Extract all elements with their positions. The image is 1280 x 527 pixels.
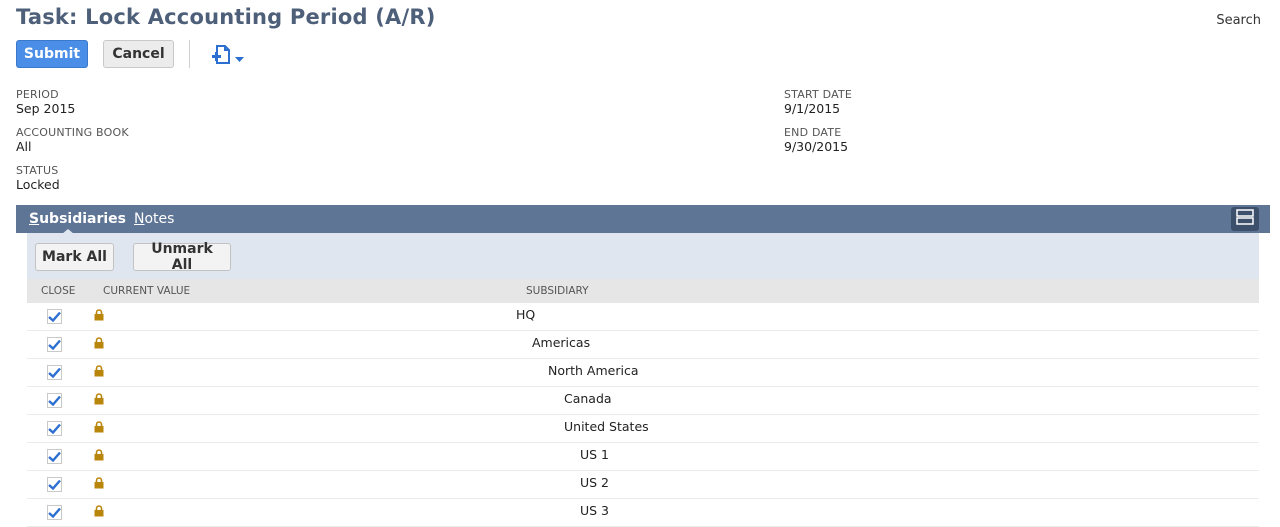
start-date-label: START DATE: [784, 88, 853, 101]
unmark-all-button[interactable]: Unmark All: [133, 241, 231, 273]
lock-icon: [94, 390, 104, 409]
close-checkbox[interactable]: [47, 393, 62, 408]
start-date-field: START DATE 9/1/2015: [784, 88, 852, 116]
table-row: Americas: [27, 331, 1259, 359]
layout-toggle-button[interactable]: [1231, 207, 1259, 231]
search-link[interactable]: Search: [1216, 13, 1261, 28]
print-menu-button[interactable]: [211, 45, 251, 69]
checkmark-icon: [48, 419, 61, 438]
page-title: Task: Lock Accounting Period (A/R): [16, 5, 436, 29]
cancel-button[interactable]: Cancel: [103, 40, 174, 68]
end-date-field: END DATE 9/30/2015: [784, 126, 848, 154]
print-icon: [211, 44, 233, 70]
close-checkbox[interactable]: [47, 337, 62, 352]
lock-icon: [94, 306, 104, 325]
lock-icon: [94, 502, 104, 521]
status-value: Locked: [16, 177, 60, 192]
subsidiary-name: US 1: [580, 447, 610, 462]
checkmark-icon: [48, 307, 61, 326]
subsidiary-name: US 2: [580, 475, 610, 490]
checkmark-icon: [48, 447, 61, 466]
accounting-book-field: ACCOUNTING BOOK All: [16, 126, 129, 154]
accounting-book-label: ACCOUNTING BOOK: [16, 126, 129, 139]
column-header-current-value[interactable]: CURRENT VALUE: [103, 285, 190, 297]
layout-icon: [1236, 209, 1254, 229]
lock-icon: [94, 362, 104, 381]
status-label: STATUS: [16, 164, 59, 177]
subtab-toolbar: Mark All Unmark All: [27, 233, 1259, 279]
checkmark-icon: [48, 503, 61, 522]
close-checkbox[interactable]: [47, 449, 62, 464]
period-field: PERIOD Sep 2015: [16, 88, 75, 116]
period-label: PERIOD: [16, 88, 59, 101]
chevron-down-icon: [235, 48, 244, 67]
table-row: US 1: [27, 443, 1259, 471]
tab-notes-access-key: N: [134, 211, 145, 227]
subsidiary-name: United States: [564, 419, 649, 434]
table-row: HQ: [27, 303, 1259, 331]
checkmark-icon: [48, 475, 61, 494]
period-value: Sep 2015: [16, 101, 76, 116]
subsidiary-name: North America: [548, 363, 639, 378]
subsidiary-name: US 3: [580, 503, 610, 518]
column-header-subsidiary[interactable]: SUBSIDIARY: [526, 285, 589, 297]
subsidiary-rows: HQ Americas North America Canada United Stat…: [27, 303, 1259, 527]
end-date-label: END DATE: [784, 126, 842, 139]
subsidiary-name: HQ: [516, 307, 536, 322]
start-date-value: 9/1/2015: [784, 101, 841, 116]
table-row: US 3: [27, 499, 1259, 527]
close-checkbox[interactable]: [47, 365, 62, 380]
tab-subsidiaries[interactable]: Subsidiaries: [29, 211, 126, 227]
close-checkbox[interactable]: [47, 477, 62, 492]
toolbar-divider: [189, 40, 190, 68]
accounting-book-value: All: [16, 139, 32, 154]
submit-button[interactable]: Submit: [16, 40, 88, 68]
status-field: STATUS Locked: [16, 164, 60, 192]
column-header-close[interactable]: CLOSE: [41, 285, 75, 297]
lock-icon: [94, 474, 104, 493]
table-row: Canada: [27, 387, 1259, 415]
close-checkbox[interactable]: [47, 421, 62, 436]
end-date-value: 9/30/2015: [784, 139, 849, 154]
checkmark-icon: [48, 335, 61, 354]
subsidiary-name: Americas: [532, 335, 591, 350]
close-checkbox[interactable]: [47, 505, 62, 520]
table-row: North America: [27, 359, 1259, 387]
tab-subsidiaries-label: ubsidiaries: [39, 211, 127, 227]
mark-all-button[interactable]: Mark All: [35, 243, 114, 271]
table-row: United States: [27, 415, 1259, 443]
checkmark-icon: [48, 391, 61, 410]
lock-icon: [94, 446, 104, 465]
subsidiary-name: Canada: [564, 391, 612, 406]
tab-subsidiaries-access-key: S: [29, 211, 40, 227]
tab-notes-label: otes: [144, 211, 175, 227]
subtab-bar: Subsidiaries Notes: [16, 205, 1270, 234]
lock-icon: [94, 418, 104, 437]
lock-icon: [94, 334, 104, 353]
checkmark-icon: [48, 363, 61, 382]
close-checkbox[interactable]: [47, 309, 62, 324]
tab-notes[interactable]: Notes: [134, 211, 174, 227]
table-row: US 2: [27, 471, 1259, 499]
table-header: CLOSE CURRENT VALUE SUBSIDIARY: [27, 279, 1259, 303]
